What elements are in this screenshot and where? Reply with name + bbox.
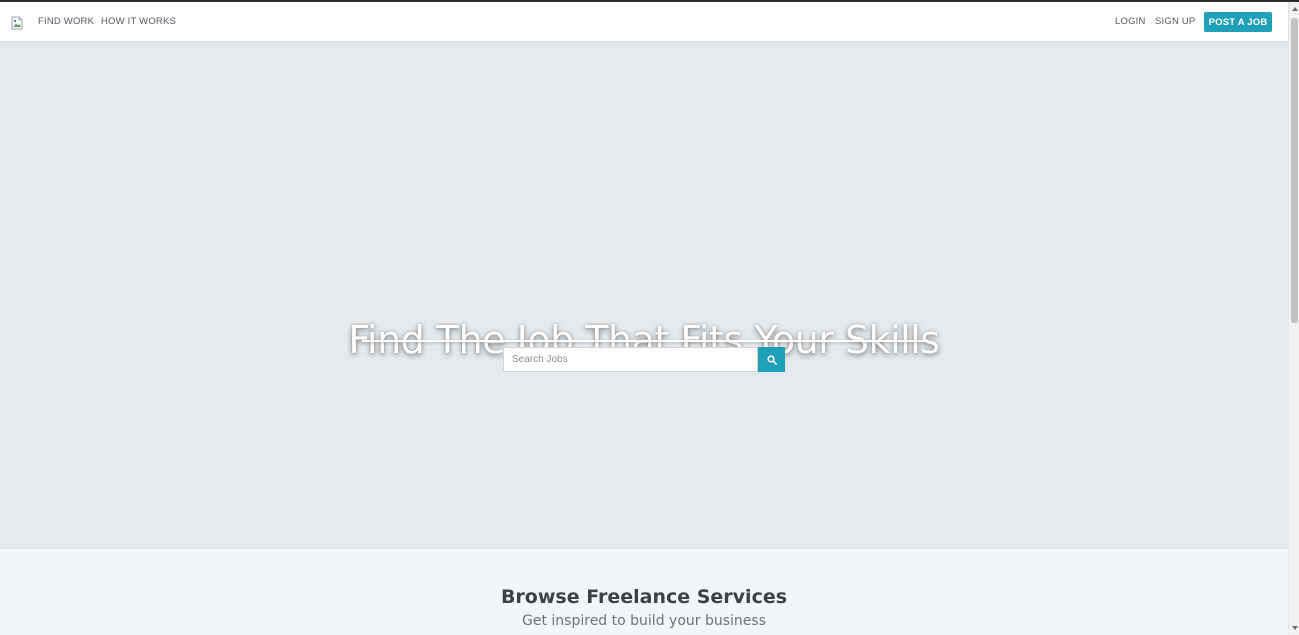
search-bar [503, 347, 785, 372]
browse-subtitle: Get inspired to build your business [522, 613, 766, 629]
hero-title-underline [362, 340, 926, 342]
scroll-up-arrow-icon[interactable] [1292, 7, 1298, 11]
vertical-scrollbar[interactable] [1288, 2, 1299, 635]
page: FIND WORK HOW IT WORKS LOGIN SIGN UP POS… [0, 0, 1299, 635]
nav-find-work[interactable]: FIND WORK [38, 16, 94, 27]
hero-section: Find The Job That Fits Your Skills [0, 42, 1288, 549]
broken-image-icon[interactable] [10, 16, 24, 30]
nav-login[interactable]: LOGIN [1115, 16, 1146, 27]
search-button[interactable] [758, 347, 785, 372]
browse-services-section: Browse Freelance Services Get inspired t… [0, 549, 1288, 635]
search-jobs-input[interactable] [503, 347, 758, 372]
scroll-down-arrow-icon[interactable] [1292, 626, 1298, 630]
browse-title: Browse Freelance Services [500, 585, 788, 608]
nav-how-it-works[interactable]: HOW IT WORKS [101, 16, 176, 27]
search-icon [766, 354, 777, 365]
post-a-job-button[interactable]: POST A JOB [1204, 12, 1272, 32]
scroll-thumb[interactable] [1291, 18, 1298, 323]
navbar: FIND WORK HOW IT WORKS LOGIN SIGN UP POS… [0, 2, 1288, 42]
nav-sign-up[interactable]: SIGN UP [1155, 16, 1195, 27]
